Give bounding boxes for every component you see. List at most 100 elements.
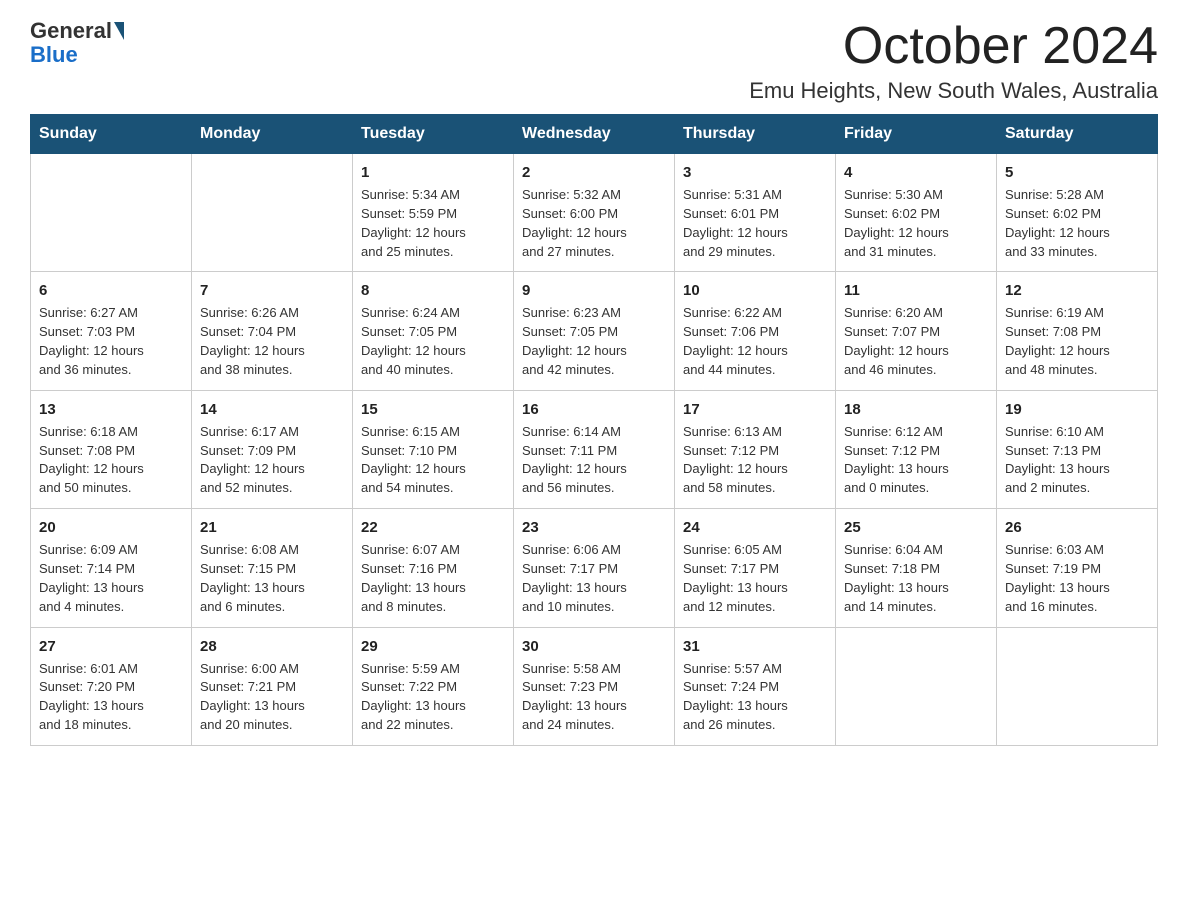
day-number: 10: [683, 280, 827, 301]
calendar-cell: 14 Sunrise: 6:17 AMSunset: 7:09 PMDayligh…: [192, 390, 353, 508]
day-info: Sunrise: 5:58 AMSunset: 7:23 PMDaylight:…: [522, 660, 666, 735]
calendar-cell: 16Sunrise: 6:14 AMSunset: 7:11 PMDayligh…: [514, 390, 675, 508]
calendar-cell: 30 Sunrise: 5:58 AMSunset: 7:23 PMDayligh…: [514, 627, 675, 745]
day-info: Sunrise: 5:57 AMSunset: 7:24 PMDaylight:…: [683, 660, 827, 735]
calendar-cell: 17Sunrise: 6:13 AMSunset: 7:12 PMDayligh…: [675, 390, 836, 508]
day-number: 8: [361, 280, 505, 301]
day-info: Sunrise: 6:15 AMSunset: 7:10 PMDaylight:…: [361, 423, 505, 498]
calendar-header-friday: Friday: [836, 115, 997, 154]
calendar-header-row: SundayMondayTuesdayWednesdayThursdayFrid…: [31, 115, 1158, 154]
day-number: 20: [39, 517, 183, 538]
day-info: Sunrise: 5:30 AMSunset: 6:02 PMDaylight:…: [844, 186, 988, 261]
day-info: Sunrise: 6:03 AMSunset: 7:19 PMDaylight:…: [1005, 541, 1149, 616]
day-info: Sunrise: 5:32 AMSunset: 6:00 PMDaylight:…: [522, 186, 666, 261]
calendar-week-row: 6 Sunrise: 6:27 AMSunset: 7:03 PMDaylight…: [31, 272, 1158, 390]
calendar-cell: 21 Sunrise: 6:08 AMSunset: 7:15 PMDayligh…: [192, 509, 353, 627]
calendar-header-saturday: Saturday: [997, 115, 1158, 154]
day-number: 7: [200, 280, 344, 301]
month-title: October 2024: [749, 20, 1158, 72]
day-info: Sunrise: 6:18 AMSunset: 7:08 PMDaylight:…: [39, 423, 183, 498]
calendar-cell: 29 Sunrise: 5:59 AMSunset: 7:22 PMDayligh…: [353, 627, 514, 745]
calendar-cell: [192, 154, 353, 272]
calendar-cell: 24 Sunrise: 6:05 AMSunset: 7:17 PMDayligh…: [675, 509, 836, 627]
calendar-cell: [997, 627, 1158, 745]
day-number: 16: [522, 399, 666, 420]
calendar-cell: 18Sunrise: 6:12 AMSunset: 7:12 PMDayligh…: [836, 390, 997, 508]
day-number: 14: [200, 399, 344, 420]
day-number: 3: [683, 162, 827, 183]
day-number: 18: [844, 399, 988, 420]
day-number: 5: [1005, 162, 1149, 183]
day-info: Sunrise: 6:17 AMSunset: 7:09 PMDaylight:…: [200, 423, 344, 498]
calendar-cell: 1Sunrise: 5:34 AMSunset: 5:59 PMDaylight…: [353, 154, 514, 272]
calendar-cell: 9 Sunrise: 6:23 AMSunset: 7:05 PMDaylight…: [514, 272, 675, 390]
calendar-cell: [836, 627, 997, 745]
day-info: Sunrise: 5:59 AMSunset: 7:22 PMDaylight:…: [361, 660, 505, 735]
logo-blue-text: Blue: [30, 42, 78, 68]
day-info: Sunrise: 5:28 AMSunset: 6:02 PMDaylight:…: [1005, 186, 1149, 261]
day-number: 22: [361, 517, 505, 538]
calendar-cell: 12 Sunrise: 6:19 AMSunset: 7:08 PMDayligh…: [997, 272, 1158, 390]
calendar-cell: 6 Sunrise: 6:27 AMSunset: 7:03 PMDaylight…: [31, 272, 192, 390]
calendar-week-row: 1Sunrise: 5:34 AMSunset: 5:59 PMDaylight…: [31, 154, 1158, 272]
calendar-header-monday: Monday: [192, 115, 353, 154]
calendar-cell: 2 Sunrise: 5:32 AMSunset: 6:00 PMDaylight…: [514, 154, 675, 272]
calendar-cell: 5 Sunrise: 5:28 AMSunset: 6:02 PMDaylight…: [997, 154, 1158, 272]
calendar-cell: 23 Sunrise: 6:06 AMSunset: 7:17 PMDayligh…: [514, 509, 675, 627]
title-area: October 2024 Emu Heights, New South Wale…: [749, 20, 1158, 104]
calendar-cell: 13Sunrise: 6:18 AMSunset: 7:08 PMDayligh…: [31, 390, 192, 508]
day-number: 25: [844, 517, 988, 538]
day-number: 26: [1005, 517, 1149, 538]
day-info: Sunrise: 6:08 AMSunset: 7:15 PMDaylight:…: [200, 541, 344, 616]
day-info: Sunrise: 6:07 AMSunset: 7:16 PMDaylight:…: [361, 541, 505, 616]
logo-general-text: General: [30, 20, 112, 42]
calendar-cell: 4 Sunrise: 5:30 AMSunset: 6:02 PMDaylight…: [836, 154, 997, 272]
day-info: Sunrise: 6:00 AMSunset: 7:21 PMDaylight:…: [200, 660, 344, 735]
day-number: 4: [844, 162, 988, 183]
day-info: Sunrise: 5:31 AMSunset: 6:01 PMDaylight:…: [683, 186, 827, 261]
calendar-cell: 7 Sunrise: 6:26 AMSunset: 7:04 PMDaylight…: [192, 272, 353, 390]
day-number: 6: [39, 280, 183, 301]
day-info: Sunrise: 6:06 AMSunset: 7:17 PMDaylight:…: [522, 541, 666, 616]
calendar-table: SundayMondayTuesdayWednesdayThursdayFrid…: [30, 114, 1158, 746]
day-number: 19: [1005, 399, 1149, 420]
day-info: Sunrise: 6:26 AMSunset: 7:04 PMDaylight:…: [200, 304, 344, 379]
calendar-cell: 11 Sunrise: 6:20 AMSunset: 7:07 PMDayligh…: [836, 272, 997, 390]
calendar-cell: 22 Sunrise: 6:07 AMSunset: 7:16 PMDayligh…: [353, 509, 514, 627]
day-number: 24: [683, 517, 827, 538]
calendar-week-row: 27Sunrise: 6:01 AMSunset: 7:20 PMDayligh…: [31, 627, 1158, 745]
calendar-cell: 31 Sunrise: 5:57 AMSunset: 7:24 PMDayligh…: [675, 627, 836, 745]
calendar-cell: 25 Sunrise: 6:04 AMSunset: 7:18 PMDayligh…: [836, 509, 997, 627]
calendar-header-tuesday: Tuesday: [353, 115, 514, 154]
day-info: Sunrise: 6:27 AMSunset: 7:03 PMDaylight:…: [39, 304, 183, 379]
calendar-cell: [31, 154, 192, 272]
day-info: Sunrise: 6:10 AMSunset: 7:13 PMDaylight:…: [1005, 423, 1149, 498]
day-info: Sunrise: 6:04 AMSunset: 7:18 PMDaylight:…: [844, 541, 988, 616]
calendar-cell: 19 Sunrise: 6:10 AMSunset: 7:13 PMDayligh…: [997, 390, 1158, 508]
calendar-header-wednesday: Wednesday: [514, 115, 675, 154]
day-number: 29: [361, 636, 505, 657]
day-number: 23: [522, 517, 666, 538]
day-info: Sunrise: 6:09 AMSunset: 7:14 PMDaylight:…: [39, 541, 183, 616]
day-number: 12: [1005, 280, 1149, 301]
calendar-header-thursday: Thursday: [675, 115, 836, 154]
day-info: Sunrise: 6:19 AMSunset: 7:08 PMDaylight:…: [1005, 304, 1149, 379]
day-info: Sunrise: 6:24 AMSunset: 7:05 PMDaylight:…: [361, 304, 505, 379]
day-number: 9: [522, 280, 666, 301]
day-number: 11: [844, 280, 988, 301]
day-number: 30: [522, 636, 666, 657]
calendar-cell: 10 Sunrise: 6:22 AMSunset: 7:06 PMDayligh…: [675, 272, 836, 390]
day-number: 2: [522, 162, 666, 183]
day-number: 17: [683, 399, 827, 420]
day-number: 21: [200, 517, 344, 538]
calendar-week-row: 13Sunrise: 6:18 AMSunset: 7:08 PMDayligh…: [31, 390, 1158, 508]
day-number: 28: [200, 636, 344, 657]
calendar-cell: 27Sunrise: 6:01 AMSunset: 7:20 PMDayligh…: [31, 627, 192, 745]
calendar-cell: 20 Sunrise: 6:09 AMSunset: 7:14 PMDayligh…: [31, 509, 192, 627]
day-number: 31: [683, 636, 827, 657]
day-info: Sunrise: 6:22 AMSunset: 7:06 PMDaylight:…: [683, 304, 827, 379]
day-info: Sunrise: 6:05 AMSunset: 7:17 PMDaylight:…: [683, 541, 827, 616]
day-info: Sunrise: 6:20 AMSunset: 7:07 PMDaylight:…: [844, 304, 988, 379]
location-title: Emu Heights, New South Wales, Australia: [749, 78, 1158, 104]
day-info: Sunrise: 6:23 AMSunset: 7:05 PMDaylight:…: [522, 304, 666, 379]
